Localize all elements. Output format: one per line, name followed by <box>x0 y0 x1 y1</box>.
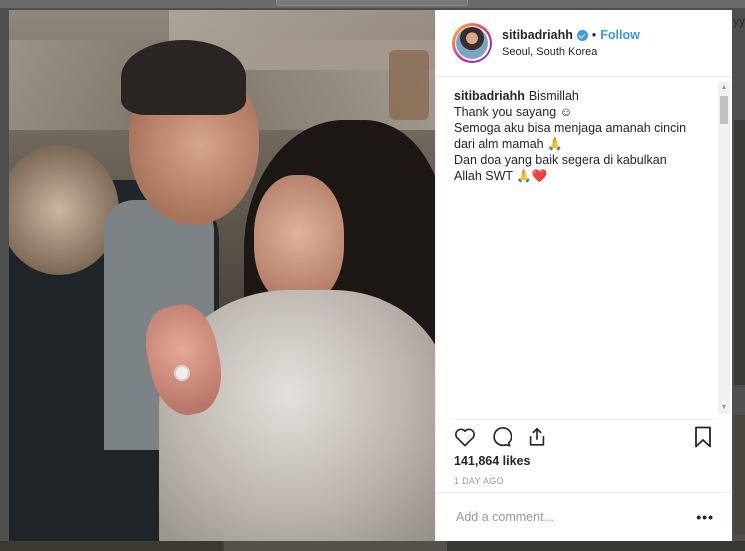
caption-text: Bismillah <box>528 89 579 103</box>
caption-username-link[interactable]: sitibadriahh <box>454 89 525 103</box>
caption-area: sitibadriahh Bismillah Thank you sayang ☺… <box>454 88 712 408</box>
post-side-panel: sitibadriahh • Follow Seoul, South Korea… <box>435 10 732 541</box>
avatar-ring <box>454 25 490 61</box>
photo-man-hair <box>121 40 246 115</box>
heart-icon[interactable] <box>452 424 478 450</box>
background-text: yy <box>733 14 745 28</box>
caption-line: dari alm mamah 🙏 <box>454 137 563 151</box>
post-header: sitibadriahh • Follow Seoul, South Korea <box>436 10 732 77</box>
likes-count[interactable]: 141,864 likes <box>454 454 530 468</box>
photo-ring <box>174 365 190 381</box>
comment-icon[interactable] <box>488 424 514 450</box>
post-photo[interactable] <box>9 10 435 541</box>
comment-box: ••• <box>436 492 732 541</box>
bookmark-icon[interactable] <box>690 424 716 450</box>
background-search-field <box>276 0 468 6</box>
post-timestamp[interactable]: 1 DAY AGO <box>454 476 504 486</box>
comment-input[interactable] <box>454 509 697 525</box>
avatar[interactable] <box>452 23 492 63</box>
background-thumbnail <box>734 120 745 385</box>
post-modal: sitibadriahh • Follow Seoul, South Korea… <box>9 10 732 541</box>
comments-scrollbar[interactable]: ▲ ▼ <box>718 82 730 414</box>
caption-line: Allah SWT 🙏❤️ <box>454 169 548 183</box>
follow-button[interactable]: Follow <box>600 28 640 42</box>
avatar-image <box>456 27 488 59</box>
post-header-text: sitibadriahh • Follow Seoul, South Korea <box>502 28 640 58</box>
caption-line: sitibadriahh Bismillah <box>454 88 712 104</box>
action-bar <box>452 419 716 454</box>
separator-dot: • <box>591 28 597 42</box>
photo-woman-face <box>254 175 344 305</box>
caption-line: Semoga aku bisa menjaga amanah cincin <box>454 121 687 135</box>
post-header-row: sitibadriahh • Follow <box>502 28 640 42</box>
scroll-down-arrow-icon[interactable]: ▼ <box>718 402 730 414</box>
verified-badge-icon <box>576 29 588 41</box>
background-thumbnail <box>734 415 745 535</box>
scrollbar-thumb[interactable] <box>720 96 728 124</box>
location-link[interactable]: Seoul, South Korea <box>502 46 640 58</box>
username-link[interactable]: sitibadriahh <box>502 28 573 42</box>
caption-line: Dan doa yang baik segera di kabulkan <box>454 153 667 167</box>
caption-line: Thank you sayang ☺ <box>454 105 573 119</box>
photo-lantern <box>389 50 429 120</box>
background-thumbnails-row <box>0 541 745 551</box>
scroll-up-arrow-icon[interactable]: ▲ <box>718 82 730 94</box>
more-options-icon[interactable]: ••• <box>696 509 714 525</box>
share-icon[interactable] <box>524 424 550 450</box>
